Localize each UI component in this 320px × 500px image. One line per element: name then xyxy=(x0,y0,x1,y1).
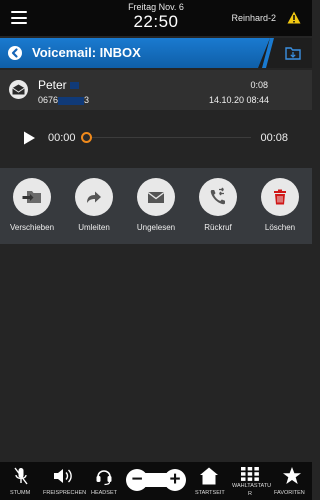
message-duration: 0:08 xyxy=(250,80,268,90)
title-bar: Voicemail: INBOX xyxy=(0,38,312,68)
speakerphone-label: FREISPRECHEN xyxy=(43,490,87,496)
home-icon xyxy=(200,467,218,485)
status-user: Reinhard-2 xyxy=(231,13,276,23)
callback-button[interactable]: Rückruf xyxy=(187,168,249,244)
content-area xyxy=(0,244,312,462)
audio-player: 00:00 00:08 xyxy=(0,110,312,168)
volume-control: − + xyxy=(126,469,186,491)
message-date: 14.10.20 08:44 xyxy=(208,95,269,105)
progress-track[interactable] xyxy=(85,137,251,138)
volume-down-button[interactable]: − xyxy=(126,469,148,491)
mark-unread-button[interactable]: Ungelesen xyxy=(125,168,187,244)
move-folder-icon xyxy=(13,178,51,216)
speakerphone-button[interactable]: FREISPRECHEN xyxy=(42,462,87,500)
star-icon xyxy=(283,467,301,484)
bottom-toolbar: STUMM FREISPRECHEN HEADSET − + STARTSEIT… xyxy=(0,462,312,500)
microphone-muted-icon xyxy=(14,467,28,485)
mute-label: STUMM xyxy=(10,490,31,496)
plus-icon: + xyxy=(169,469,181,490)
move-label: Verschieben xyxy=(9,223,55,232)
dialpad-icon xyxy=(241,467,259,481)
trash-icon xyxy=(261,178,299,216)
favorites-button[interactable]: FAVORITEN xyxy=(274,462,310,500)
minus-icon: − xyxy=(131,469,143,490)
play-icon[interactable] xyxy=(22,131,36,145)
warning-icon[interactable] xyxy=(287,11,301,24)
back-arrow-icon[interactable] xyxy=(8,46,22,60)
mark-unread-envelope-icon xyxy=(137,178,175,216)
voicemail-message-row[interactable]: Peter 0676 3 0:08 14.10.20 08:44 xyxy=(0,70,312,110)
status-date: Freitag Nov. 6 xyxy=(128,2,184,12)
action-bar: Verschieben Umleiten Ungelesen Rückruf L… xyxy=(0,168,312,244)
voicemail-envelope-icon xyxy=(9,80,28,99)
headset-label: HEADSET xyxy=(91,490,117,496)
headset-icon xyxy=(96,470,112,486)
redacted-block xyxy=(58,96,85,105)
move-button[interactable]: Verschieben xyxy=(1,168,63,244)
home-label: STARTSEIT xyxy=(195,490,225,496)
mute-button[interactable]: STUMM xyxy=(8,462,34,500)
speaker-icon xyxy=(54,469,72,483)
forward-label: Umleiten xyxy=(78,223,110,232)
callback-phone-icon xyxy=(199,178,237,216)
folder-icon[interactable] xyxy=(285,46,301,60)
forward-button[interactable]: Umleiten xyxy=(63,168,125,244)
redacted-block xyxy=(70,82,80,90)
status-bar: Freitag Nov. 6 22:50 Reinhard-2 xyxy=(0,0,312,36)
forward-arrow-icon xyxy=(75,178,113,216)
page-title: Voicemail: INBOX xyxy=(32,45,141,60)
volume-up-button[interactable]: + xyxy=(164,469,186,491)
progress-thumb[interactable] xyxy=(81,132,92,143)
dialpad-button[interactable]: WAHLTASTATU R xyxy=(230,462,272,500)
caller-name: Peter xyxy=(38,78,80,92)
callback-label: Rückruf xyxy=(204,223,232,232)
dialpad-label-line1: WAHLTASTATU xyxy=(232,483,272,489)
favorites-label: FAVORITEN xyxy=(274,490,305,496)
headset-button[interactable]: HEADSET xyxy=(88,462,118,500)
delete-button[interactable]: Löschen xyxy=(249,168,311,244)
dialpad-label-line2: R xyxy=(248,491,252,497)
delete-label: Löschen xyxy=(264,223,296,232)
total-time: 00:08 xyxy=(260,132,288,144)
home-button[interactable]: STARTSEIT xyxy=(192,462,226,500)
mark-unread-label: Ungelesen xyxy=(136,223,176,232)
current-time: 00:00 xyxy=(48,132,76,144)
caller-number: 0676 3 xyxy=(38,95,90,105)
